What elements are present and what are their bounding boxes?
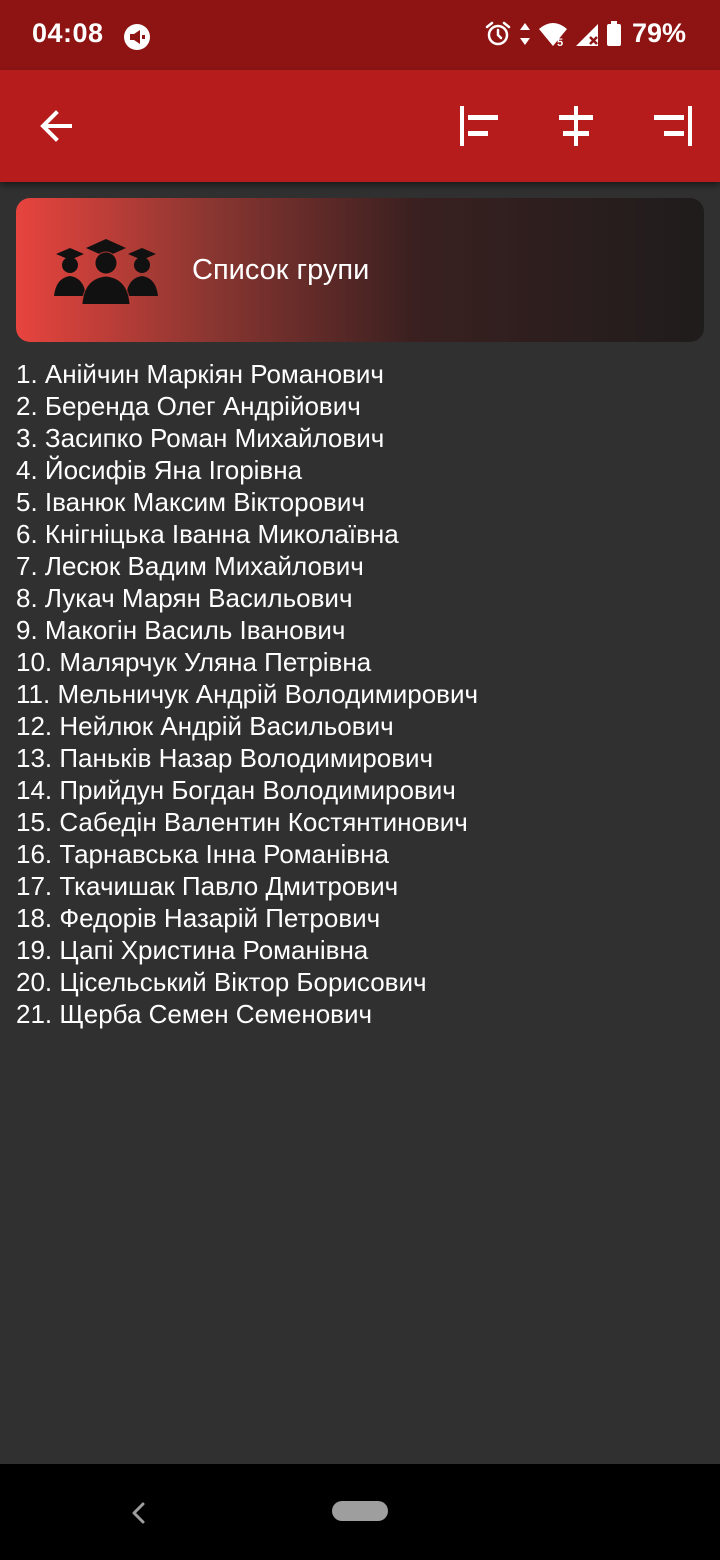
group-header-card: Список групи: [16, 198, 704, 342]
align-right-icon: [654, 106, 692, 146]
nav-back-icon[interactable]: [126, 1500, 152, 1526]
align-right-button[interactable]: [644, 98, 700, 154]
status-time: 04:08: [32, 18, 104, 48]
list-item: 11. Мельничук Андрій Володимирович: [16, 679, 479, 709]
home-pill-button[interactable]: [332, 1501, 388, 1521]
align-center-button[interactable]: [548, 98, 604, 154]
data-arrows-icon: [519, 22, 530, 45]
svg-text:5: 5: [557, 37, 563, 48]
app-bar: [0, 70, 720, 182]
group-list-title: Список групи: [192, 254, 370, 286]
wifi-icon: 5: [538, 22, 567, 48]
list-item: 9. Макогін Василь Іванович: [16, 615, 346, 645]
app-notification-icon: [124, 24, 150, 50]
list-item: 1. Анійчин Маркіян Романович: [16, 359, 384, 389]
list-item: 12. Нейлюк Андрій Васильович: [16, 711, 394, 741]
graduates-icon: [54, 239, 158, 304]
align-left-button[interactable]: [452, 98, 508, 154]
student-list: 1. Анійчин Маркіян Романович 2. Беренда …: [16, 358, 478, 1030]
list-item: 7. Лесюк Вадим Михайлович: [16, 551, 364, 581]
list-item: 13. Паньків Назар Володимирович: [16, 743, 434, 773]
list-item: 17. Ткачишак Павло Дмитрович: [16, 871, 399, 901]
signal-icon: [575, 23, 598, 46]
list-item: 20. Цісельський Віктор Борисович: [16, 967, 427, 997]
alarm-icon: [485, 21, 511, 45]
battery-percentage: 79%: [631, 18, 686, 48]
list-item: 5. Іванюк Максим Вікторович: [16, 487, 365, 517]
list-item: 14. Прийдун Богдан Володимирович: [16, 775, 456, 805]
list-item: 15. Сабедін Валентин Костянтинович: [16, 807, 468, 837]
battery-icon: [606, 20, 621, 46]
list-item: 4. Йосифів Яна Ігорівна: [16, 455, 303, 485]
list-item: 8. Лукач Марян Васильович: [16, 583, 353, 613]
back-button[interactable]: [28, 98, 84, 154]
back-arrow-icon: [40, 110, 72, 142]
list-item: 3. Засипко Роман Михайлович: [16, 423, 385, 453]
list-item: 10. Малярчук Уляна Петрівна: [16, 647, 372, 677]
list-item: 19. Цапі Христина Романівна: [16, 935, 369, 965]
status-icons: 5 79%: [484, 18, 686, 49]
list-item: 6. Кнігніцька Іванна Миколаївна: [16, 519, 399, 549]
list-item: 2. Беренда Олег Андрійович: [16, 391, 361, 421]
list-item: 16. Тарнавська Інна Романівна: [16, 839, 389, 869]
align-center-icon: [559, 106, 593, 146]
list-item: 21. Щерба Семен Семенович: [16, 999, 373, 1029]
status-bar: 04:08 5 79%: [0, 0, 720, 70]
list-item: 18. Федорів Назарій Петрович: [16, 903, 381, 933]
align-left-icon: [460, 106, 498, 146]
